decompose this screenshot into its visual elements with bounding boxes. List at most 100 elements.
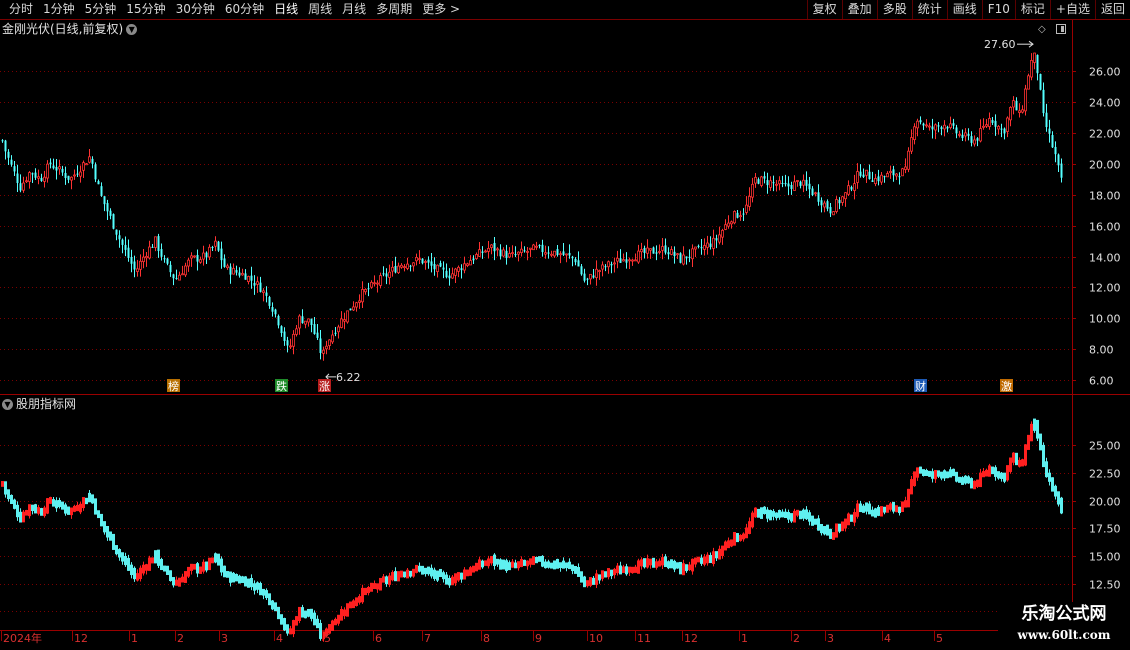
candle-body — [538, 245, 541, 247]
candle-body — [193, 255, 196, 258]
candle-body — [796, 180, 799, 182]
price-tick-label: 14.00 — [1089, 252, 1121, 265]
candle-body — [664, 245, 667, 253]
candle-body — [55, 167, 58, 171]
event-badge[interactable]: 激 — [1000, 379, 1013, 393]
candle-body — [991, 120, 994, 123]
candle-body — [7, 151, 10, 158]
candle-body — [511, 252, 514, 255]
candle-body — [229, 266, 232, 275]
candle-body — [712, 237, 715, 249]
timeline-label: 8 — [483, 632, 490, 645]
candle-body — [577, 260, 580, 267]
candle-body — [940, 127, 943, 130]
candle-body — [97, 181, 100, 185]
candle-body — [394, 266, 397, 273]
candle-body — [793, 181, 796, 191]
candle-body — [400, 264, 403, 268]
candle-body — [319, 338, 322, 353]
event-badge[interactable]: 涨 — [318, 379, 331, 393]
candle-body — [736, 212, 739, 218]
candle-body — [655, 252, 658, 254]
indicator-group — [1, 418, 1063, 642]
timeline-label: 11 — [637, 632, 651, 645]
candle-body — [610, 263, 613, 266]
candle-body — [1036, 54, 1039, 74]
candle-body — [61, 168, 64, 173]
candle-body — [307, 318, 310, 323]
candle-body — [607, 261, 610, 268]
candle-body — [832, 211, 835, 216]
candle-body — [403, 266, 406, 269]
candle-body — [280, 326, 283, 334]
candle-body — [508, 253, 511, 258]
candle-body — [745, 204, 748, 213]
candle-body — [676, 253, 679, 256]
candle-body — [979, 128, 982, 142]
candle-body — [475, 254, 478, 259]
candle-body — [325, 345, 328, 350]
candle-body — [706, 242, 709, 248]
candle-body — [433, 263, 436, 270]
candle-body — [223, 258, 226, 267]
candle-body — [862, 174, 865, 177]
candle-body — [907, 150, 910, 170]
candle-body — [205, 252, 208, 258]
candle-body — [1042, 89, 1045, 114]
candle-body — [928, 125, 931, 128]
candle-body — [814, 192, 817, 195]
event-badge[interactable]: 榜 — [167, 379, 180, 393]
indicator-tick-label: 20.00 — [1089, 496, 1121, 509]
candle-body — [580, 266, 583, 275]
candle-body — [829, 207, 832, 214]
candle-body — [769, 180, 772, 188]
candle-body — [301, 316, 304, 324]
event-badge[interactable]: 跌 — [275, 379, 288, 393]
candle-body — [460, 268, 463, 271]
candle-body — [208, 246, 211, 258]
candle-body — [595, 268, 598, 278]
candle-body — [22, 182, 25, 191]
candle-body — [235, 270, 238, 273]
candle-body — [958, 133, 961, 136]
candle-body — [844, 192, 847, 200]
candle-body — [823, 202, 826, 208]
candle-body — [457, 266, 460, 272]
candle-body — [349, 308, 352, 311]
candle-body — [145, 255, 148, 259]
candle-body — [865, 169, 868, 176]
candle-body — [190, 255, 193, 259]
candle-body — [721, 230, 724, 238]
candle-body — [520, 248, 523, 254]
candle-body — [466, 263, 469, 266]
candle-body — [226, 265, 229, 269]
candle-body — [496, 248, 499, 251]
candle-body — [955, 127, 958, 134]
candle-body — [871, 180, 874, 183]
timeline-label: 10 — [589, 632, 603, 645]
event-badge[interactable]: 财 — [914, 379, 927, 393]
candle-body — [682, 254, 685, 265]
candle-body — [775, 183, 778, 186]
candles-group — [1, 52, 1063, 361]
candle-body — [379, 275, 382, 286]
candle-body — [799, 181, 802, 186]
candle-body — [112, 214, 115, 229]
candle-body — [250, 275, 253, 281]
candle-body — [565, 253, 568, 256]
candle-body — [835, 199, 838, 212]
candle-body — [463, 263, 466, 271]
candle-body — [667, 252, 670, 255]
candle-body — [913, 126, 916, 140]
candle-body — [214, 240, 217, 247]
indicator-tick-label: 12.50 — [1089, 579, 1121, 592]
candle-body — [1021, 109, 1024, 113]
candle-body — [283, 331, 286, 342]
candle-body — [334, 332, 337, 334]
candle-body — [25, 180, 28, 183]
kline-chart[interactable]: 26.0024.0022.0020.0018.0016.0014.0012.00… — [0, 0, 1130, 650]
candle-body — [274, 309, 277, 315]
candle-body — [91, 158, 94, 164]
candle-body — [718, 234, 721, 243]
candle-body — [733, 211, 736, 224]
